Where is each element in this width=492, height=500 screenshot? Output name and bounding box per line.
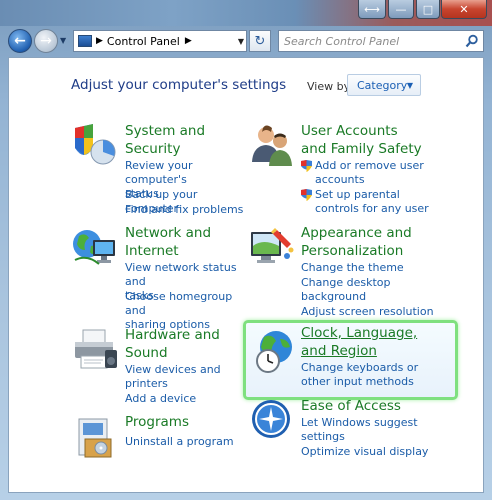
- restore-icon: □: [422, 2, 434, 16]
- category-title-hardware-sound[interactable]: Hardware and Sound: [125, 326, 220, 362]
- search-input[interactable]: Search Control Panel: [278, 30, 484, 52]
- link-parental-controls[interactable]: Set up parental controls for any user: [315, 188, 429, 216]
- search-placeholder: Search Control Panel: [284, 34, 400, 48]
- forward-arrow-icon: →: [40, 33, 52, 49]
- maximize-button[interactable]: —: [388, 0, 414, 19]
- breadcrumb-separator-icon[interactable]: ▶: [185, 36, 192, 46]
- category-system-security: System and Security Review your computer…: [71, 122, 246, 218]
- restore-button[interactable]: □: [416, 0, 440, 19]
- link-change-theme[interactable]: Change the theme: [301, 261, 404, 275]
- minimize-button[interactable]: ⟷: [358, 0, 386, 19]
- link-add-device[interactable]: Add a device: [125, 392, 196, 406]
- link-optimize-visual-display[interactable]: Optimize visual display: [301, 445, 428, 459]
- refresh-button[interactable]: ↻: [249, 30, 271, 52]
- link-add-remove-user[interactable]: Add or remove user accounts: [315, 159, 424, 187]
- link-find-fix-problems[interactable]: Find and fix problems: [125, 203, 243, 217]
- back-button[interactable]: ←: [8, 29, 32, 53]
- category-title-system-security[interactable]: System and Security: [125, 122, 205, 158]
- view-by-value: Category: [357, 78, 408, 92]
- view-by-dropdown[interactable]: Category ▼: [347, 74, 421, 96]
- category-title-ease-of-access[interactable]: Ease of Access: [301, 397, 401, 415]
- category-hardware-sound: Hardware and Sound View devices and prin…: [71, 326, 246, 406]
- category-title-network-internet[interactable]: Network and Internet: [125, 224, 211, 260]
- category-user-accounts: User Accounts and Family Safety Add or r…: [247, 122, 477, 218]
- programs-icon[interactable]: [71, 413, 119, 461]
- close-icon: ✕: [459, 2, 469, 16]
- forward-button[interactable]: →: [34, 29, 58, 53]
- category-appearance: Appearance and Personalization Change th…: [247, 224, 477, 320]
- category-title-programs[interactable]: Programs: [125, 413, 189, 431]
- title-bar[interactable]: ⟷ — □ ✕: [0, 0, 492, 26]
- ease-of-access-icon[interactable]: [247, 397, 295, 445]
- window-frame: ⟷ — □ ✕ ← → ▼ ▶ Control Panel ▶ ▼ ↻ Sear…: [0, 0, 492, 500]
- chevron-down-icon: ▼: [60, 36, 67, 45]
- maximize-icon: —: [395, 2, 407, 16]
- uac-shield-icon: [301, 160, 312, 172]
- category-network-internet: Network and Internet View network status…: [71, 224, 246, 331]
- link-adjust-screen-resolution[interactable]: Adjust screen resolution: [301, 305, 434, 319]
- search-icon[interactable]: [465, 34, 479, 48]
- user-accounts-icon[interactable]: [247, 122, 295, 170]
- printer-icon[interactable]: [71, 326, 119, 374]
- address-bar[interactable]: ▶ Control Panel ▶ ▼: [73, 30, 247, 52]
- navigation-bar: ← → ▼ ▶ Control Panel ▶ ▼ ↻ Search Contr…: [0, 26, 492, 56]
- appearance-monitor-icon[interactable]: [247, 224, 295, 272]
- back-arrow-icon: ←: [14, 33, 26, 49]
- category-title-clock[interactable]: Clock, Language, and Region: [301, 324, 417, 360]
- page-title: Adjust your computer's settings: [71, 77, 287, 93]
- recent-pages-button[interactable]: ▼: [60, 36, 70, 46]
- globe-clock-icon[interactable]: [252, 327, 300, 375]
- address-dropdown-icon[interactable]: ▼: [238, 37, 244, 46]
- chevron-down-icon: ▼: [406, 81, 413, 90]
- uac-shield-icon: [301, 189, 312, 201]
- category-ease-of-access: Ease of Access Let Windows suggest setti…: [247, 397, 477, 467]
- link-uninstall-program[interactable]: Uninstall a program: [125, 435, 234, 449]
- control-panel-icon: [78, 35, 92, 47]
- category-clock-language-region[interactable]: Clock, Language, and Region Change keybo…: [243, 320, 458, 400]
- link-view-devices-printers[interactable]: View devices and printers: [125, 363, 221, 391]
- category-title-user-accounts[interactable]: User Accounts and Family Safety: [301, 122, 422, 158]
- network-globe-icon[interactable]: [71, 224, 119, 272]
- minimize-icon: ⟷: [364, 2, 380, 16]
- shield-chart-icon[interactable]: [71, 122, 119, 170]
- category-title-appearance[interactable]: Appearance and Personalization: [301, 224, 412, 260]
- breadcrumb-separator-icon[interactable]: ▶: [96, 36, 103, 46]
- control-panel-content: Adjust your computer's settings View by:…: [8, 57, 484, 493]
- breadcrumb-control-panel[interactable]: Control Panel: [107, 35, 180, 48]
- link-change-desktop-background[interactable]: Change desktop background: [301, 276, 391, 304]
- category-programs: Programs Uninstall a program: [71, 413, 246, 468]
- refresh-icon: ↻: [254, 33, 266, 49]
- link-windows-suggest-settings[interactable]: Let Windows suggest settings: [301, 416, 418, 444]
- link-change-keyboards[interactable]: Change keyboards or other input methods: [301, 361, 418, 389]
- close-button[interactable]: ✕: [441, 0, 487, 19]
